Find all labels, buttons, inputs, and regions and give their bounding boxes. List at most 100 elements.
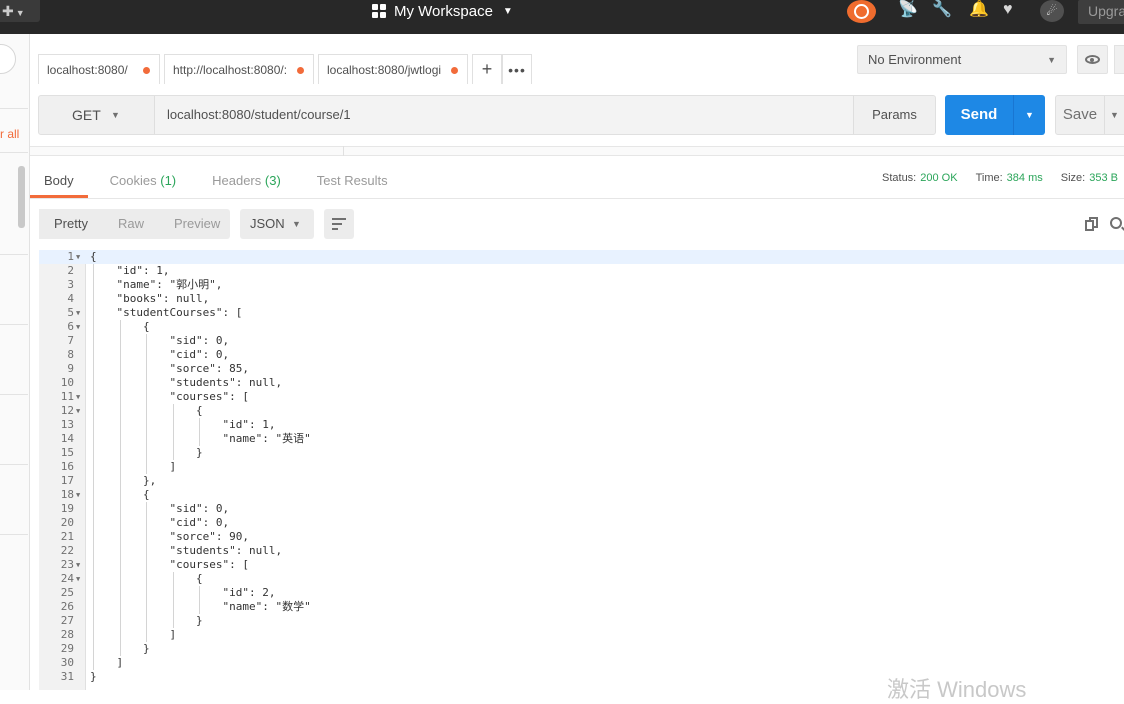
fold-arrow-icon[interactable]: ▼ xyxy=(76,558,80,572)
tab-label: localhost:8080/ xyxy=(47,63,128,77)
line-number: 31 xyxy=(60,670,74,683)
indent-guide xyxy=(146,502,147,642)
wrap-lines-button[interactable] xyxy=(324,209,354,239)
code-line: 11 ▼ "courses": [ xyxy=(39,390,1124,404)
tab-cookies[interactable]: Cookies (1) xyxy=(96,166,190,198)
chevron-down-icon: ▼ xyxy=(502,5,513,17)
params-button[interactable]: Params xyxy=(853,96,935,134)
code-line: 26 "name": "数学" xyxy=(39,600,1124,614)
plus-icon: + xyxy=(481,59,493,79)
pane-resizer[interactable] xyxy=(30,146,1124,156)
response-status: Status: 200 OK Time: 384 ms Size: 353 B xyxy=(882,172,1124,184)
send-button[interactable]: Send ▼ xyxy=(945,95,1045,135)
heart-icon[interactable]: ♥ xyxy=(1003,1,1013,19)
manage-environments-button[interactable] xyxy=(1114,45,1124,74)
request-tab[interactable]: http://localhost:8080/: xyxy=(164,54,314,84)
search-icon[interactable] xyxy=(1110,217,1122,229)
code-line: 27} xyxy=(39,614,1124,628)
save-button[interactable]: Save ▼ xyxy=(1055,95,1124,135)
fold-arrow-icon[interactable]: ▼ xyxy=(76,488,80,502)
line-number: 21 xyxy=(60,530,74,543)
code-text: { xyxy=(196,404,203,417)
tab-count: (3) xyxy=(264,173,281,188)
line-number: 4 xyxy=(67,292,74,305)
bell-icon[interactable]: 🔔 xyxy=(969,1,989,19)
chevron-down-icon[interactable]: ▼ xyxy=(1013,95,1045,135)
code-text: "sid": 0, xyxy=(169,334,230,347)
fold-arrow-icon[interactable]: ▼ xyxy=(76,320,80,334)
size-value[interactable]: 353 B xyxy=(1089,172,1118,184)
satellite-icon[interactable]: 📡 xyxy=(898,1,918,19)
new-button[interactable]: ✚ ▼ xyxy=(0,0,40,22)
line-number: 8 xyxy=(67,348,74,361)
status-value[interactable]: 200 OK xyxy=(920,172,957,184)
line-number: 17 xyxy=(60,474,74,487)
request-tab[interactable]: localhost:8080/ xyxy=(38,54,160,84)
code-text: "id": 1, xyxy=(116,264,170,277)
code-text: } xyxy=(90,670,97,683)
workspace-switcher[interactable]: My Workspace ▼ xyxy=(372,0,513,22)
code-line: 6 ▼ { xyxy=(39,320,1124,334)
wrench-icon[interactable]: 🔧 xyxy=(932,1,952,19)
sync-icon[interactable] xyxy=(847,0,876,23)
code-line: 24 ▼ { xyxy=(39,572,1124,586)
upgrade-button[interactable]: Upgra xyxy=(1078,0,1124,24)
line-number: 13 xyxy=(60,418,74,431)
sidebar-scrollbar[interactable] xyxy=(18,166,25,228)
code-text: "name": "郭小明", xyxy=(116,278,223,291)
eye-icon xyxy=(1085,55,1100,64)
tab-headers[interactable]: Headers (3) xyxy=(198,166,295,198)
chevron-down-icon[interactable]: ▼ xyxy=(1104,96,1124,134)
environment-quick-look-button[interactable] xyxy=(1077,45,1108,74)
divider xyxy=(0,464,28,465)
environment-select[interactable]: No Environment ▼ xyxy=(857,45,1067,74)
preview-button[interactable]: Preview xyxy=(159,209,235,239)
time-value[interactable]: 384 ms xyxy=(1007,172,1043,184)
indent-guide xyxy=(119,320,121,656)
code-text: "students": null, xyxy=(169,544,283,557)
code-text: ] xyxy=(169,460,177,473)
tab-body[interactable]: Body xyxy=(30,166,88,198)
tab-test-results[interactable]: Test Results xyxy=(303,166,402,198)
fold-arrow-icon[interactable]: ▼ xyxy=(76,306,80,320)
response-body-editor[interactable]: 1 ▼{2 "id": 1, 3 "name": "郭小明", 4 "books": nul… xyxy=(39,250,1124,690)
code-line: 4 "books": null, xyxy=(39,292,1124,306)
raw-button[interactable]: Raw xyxy=(103,209,159,239)
divider xyxy=(0,254,28,255)
fold-arrow-icon[interactable]: ▼ xyxy=(76,390,80,404)
divider xyxy=(0,534,28,535)
indent-guide xyxy=(199,418,200,446)
url-input[interactable]: localhost:8080/student/course/1 xyxy=(155,96,853,134)
more-tabs-button[interactable]: ••• xyxy=(502,54,532,84)
format-select[interactable]: JSON ▼ xyxy=(240,209,314,239)
sidebar-link[interactable]: r all xyxy=(0,127,19,141)
divider xyxy=(0,324,28,325)
workspace-label: My Workspace xyxy=(394,2,493,20)
tab-count: (1) xyxy=(160,173,177,188)
line-number: 10 xyxy=(60,376,74,389)
fold-arrow-icon[interactable]: ▼ xyxy=(76,250,80,264)
wrap-icon xyxy=(332,218,346,220)
sidebar-search[interactable] xyxy=(0,44,16,74)
chevron-down-icon: ▼ xyxy=(292,219,301,229)
add-tab-button[interactable]: + xyxy=(472,54,502,84)
save-label: Save xyxy=(1062,106,1098,123)
method-select[interactable]: GET ▼ xyxy=(39,96,155,134)
line-number: 24 xyxy=(60,572,74,585)
tab-label: http://localhost:8080/: xyxy=(173,63,288,77)
tab-label: localhost:8080/jwtlogi xyxy=(327,63,442,77)
send-label: Send xyxy=(960,106,998,123)
request-tab[interactable]: localhost:8080/jwtlogi xyxy=(318,54,468,84)
copy-icon[interactable] xyxy=(1085,217,1098,231)
pretty-button[interactable]: Pretty xyxy=(39,209,103,239)
divider xyxy=(343,146,344,156)
grid-icon xyxy=(372,4,386,18)
fold-arrow-icon[interactable]: ▼ xyxy=(76,572,80,586)
line-number: 18 xyxy=(60,488,74,501)
profile-icon[interactable]: ☄ xyxy=(1040,0,1064,22)
code-line: 21 "sorce": 90, xyxy=(39,530,1124,544)
fold-arrow-icon[interactable]: ▼ xyxy=(76,404,80,418)
code-text: "sorce": 85, xyxy=(169,362,249,375)
code-text: "students": null, xyxy=(169,376,283,389)
environment-label: No Environment xyxy=(868,52,962,67)
